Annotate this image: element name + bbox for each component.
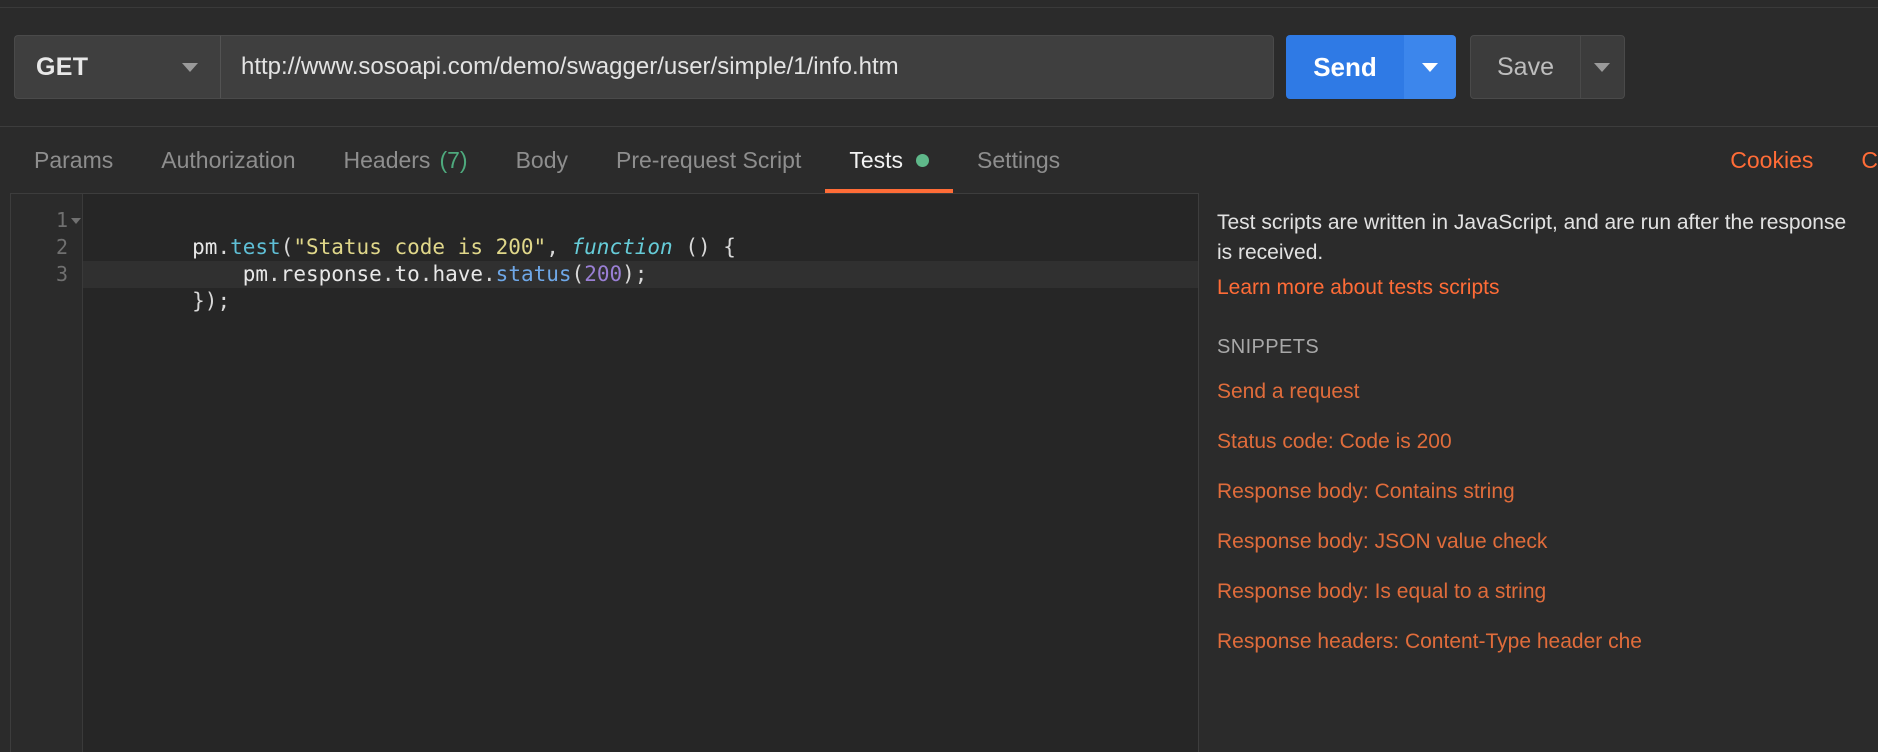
code-token: function	[571, 235, 673, 259]
http-method-select[interactable]: GET	[14, 35, 221, 99]
snippet-item[interactable]: Status code: Code is 200	[1217, 417, 1878, 467]
code-token: (	[280, 235, 294, 259]
save-button[interactable]: Save	[1471, 36, 1580, 98]
request-tabs: Params Authorization Headers (7) Body Pr…	[0, 127, 1084, 193]
window-top-strip	[0, 0, 1878, 8]
code-token: pm	[192, 235, 218, 259]
code-token: });	[192, 289, 231, 313]
code-token: .	[419, 262, 433, 286]
tab-label: Authorization	[161, 146, 296, 173]
tab-label: Pre-request Script	[616, 146, 802, 173]
request-tabs-row: Params Authorization Headers (7) Body Pr…	[0, 126, 1878, 193]
code-token: response	[280, 262, 382, 286]
line-number: 3	[55, 262, 68, 286]
learn-more-link[interactable]: Learn more about tests scripts	[1217, 276, 1878, 300]
tab-params[interactable]: Params	[10, 127, 137, 193]
code-token: to	[394, 262, 420, 286]
code-token: .	[268, 262, 281, 286]
snippet-item[interactable]: Response body: JSON value check	[1217, 517, 1878, 567]
chevron-down-icon	[182, 62, 198, 72]
tab-pre-request-script[interactable]: Pre-request Script	[592, 127, 825, 193]
tab-label: Params	[34, 146, 114, 173]
code-token: () {	[672, 235, 736, 259]
send-button[interactable]: Send	[1286, 35, 1404, 99]
line-number: 2	[55, 235, 68, 259]
save-button-group: Save	[1470, 35, 1625, 99]
tab-settings[interactable]: Settings	[953, 127, 1084, 193]
send-options-button[interactable]	[1404, 35, 1456, 99]
code-token: .	[217, 235, 231, 259]
tab-label: Headers	[343, 146, 431, 173]
code-token: ,	[546, 235, 572, 259]
tab-authorization[interactable]: Authorization	[137, 127, 319, 193]
chevron-down-icon	[1594, 62, 1611, 72]
request-bar: GET http://www.sosoapi.com/demo/swagger/…	[0, 8, 1878, 126]
url-input[interactable]: http://www.sosoapi.com/demo/swagger/user…	[221, 35, 1274, 99]
snippet-item[interactable]: Response body: Contains string	[1217, 467, 1878, 517]
snippets-description: Test scripts are written in JavaScript, …	[1217, 211, 1847, 264]
request-tabs-right-links: Cookies C	[1706, 127, 1878, 193]
save-options-button[interactable]	[1579, 36, 1624, 98]
code-token: pm	[192, 262, 269, 286]
code-link[interactable]: C	[1837, 147, 1878, 174]
tab-tests[interactable]: Tests	[825, 127, 953, 193]
snippets-panel: Test scripts are written in JavaScript, …	[1199, 193, 1878, 752]
chevron-down-icon	[1422, 62, 1438, 72]
snippet-item[interactable]: Response body: Is equal to a string	[1217, 567, 1878, 617]
code-token: .	[381, 262, 395, 286]
tab-headers[interactable]: Headers (7)	[320, 127, 492, 193]
http-method-label: GET	[36, 52, 89, 81]
tab-label: Body	[515, 146, 568, 173]
code-token: 200	[584, 262, 623, 286]
tests-active-dot-icon	[916, 153, 930, 167]
snippet-item[interactable]: Send a request	[1217, 367, 1878, 417]
editor-line-number-gutter: 1 2 3	[11, 194, 83, 752]
tests-code-editor[interactable]: 1 2 3 pm.test("Status code is 200", func…	[10, 193, 1199, 752]
code-token: .	[483, 262, 496, 286]
code-token: (	[571, 262, 585, 286]
code-token: have	[432, 262, 484, 286]
snippets-heading: SNIPPETS	[1217, 336, 1320, 358]
code-token: "Status code is 200"	[293, 235, 547, 259]
tab-body[interactable]: Body	[492, 127, 592, 193]
tab-label: Settings	[977, 146, 1061, 173]
tab-label: Tests	[849, 146, 904, 173]
tests-body-area: 1 2 3 pm.test("Status code is 200", func…	[0, 193, 1878, 752]
editor-code-content[interactable]: pm.test("Status code is 200", function (…	[83, 194, 1198, 752]
line-number[interactable]: 1	[11, 207, 82, 234]
snippet-item[interactable]: Response headers: Content-Type header ch…	[1217, 617, 1878, 667]
code-token: test	[230, 235, 281, 259]
code-token: );	[622, 262, 648, 286]
send-button-group: Send	[1286, 35, 1456, 99]
headers-count-badge: (7)	[439, 146, 468, 173]
code-line: pm.test("Status code is 200", function (…	[83, 207, 1198, 259]
code-token: status	[495, 262, 572, 286]
cookies-link[interactable]: Cookies	[1706, 147, 1837, 174]
url-input-value: http://www.sosoapi.com/demo/swagger/user…	[241, 53, 899, 80]
